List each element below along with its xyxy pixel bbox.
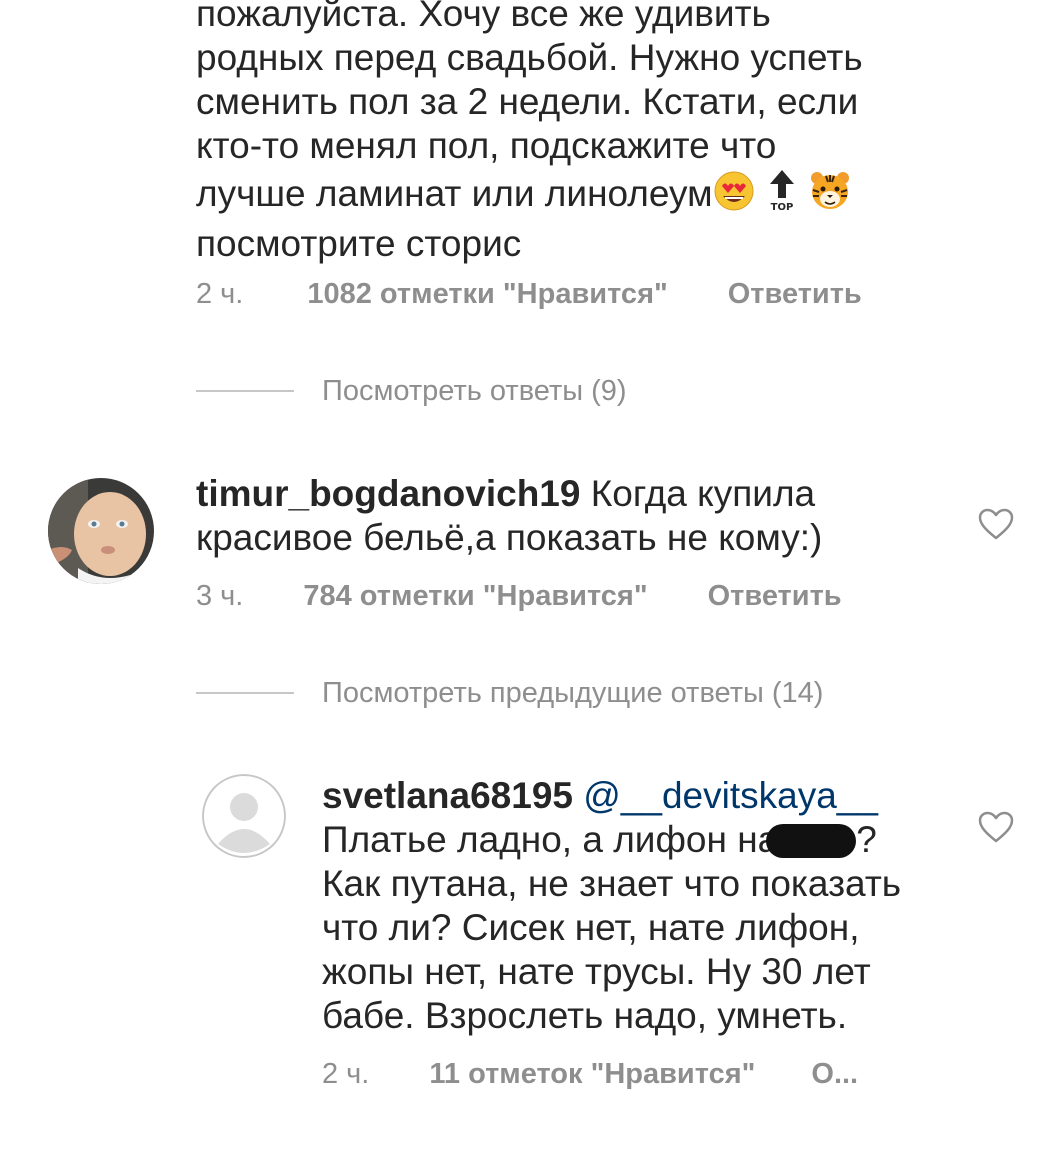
baby-photo-icon <box>48 478 154 584</box>
comment-3-text: svetlana68195 @__devitskaya__ Платье лад… <box>322 774 1002 1038</box>
avatar-svetlana[interactable] <box>202 774 286 858</box>
comment-1-body: пожалуйста. Хочу все же удивить родных п… <box>196 0 863 214</box>
comment-1: пожалуйста. Хочу все же удивить родных п… <box>196 0 1016 266</box>
view-replies-1-button[interactable]: Посмотреть ответы (9) <box>196 371 627 411</box>
tiger-face-emoji-icon <box>809 170 851 222</box>
comment-3-mention-link[interactable]: @__devitskaya__ <box>573 775 878 816</box>
divider-line <box>196 692 294 694</box>
heart-eyes-emoji-icon <box>713 170 755 222</box>
divider-line <box>196 390 294 392</box>
comment-3-meta: 2 ч. 11 отметок "Нравится" О... <box>322 1054 858 1094</box>
comment-2-reply-button[interactable]: Ответить <box>708 580 842 613</box>
comment-1-body-end: посмотрите сторис <box>196 223 522 264</box>
top-arrow-emoji-icon: TOP <box>765 168 799 222</box>
comment-3-likes-link[interactable]: 11 отметок "Нравится" <box>429 1058 755 1091</box>
comment-1-text: пожалуйста. Хочу все же удивить родных п… <box>196 0 1016 266</box>
comment-3-body-line1: Платье ладно, а лифон на <box>322 819 779 860</box>
comment-3-reply-button[interactable]: О... <box>811 1058 858 1091</box>
comment-3-body-rest: Как путана, не знает что показать что ли… <box>322 863 902 1036</box>
default-avatar-icon <box>202 774 286 858</box>
comment-2-likes-link[interactable]: 784 отметки "Нравится" <box>303 580 647 613</box>
view-replies-1-label: Посмотреть ответы (9) <box>322 374 627 407</box>
comment-1-likes-link[interactable]: 1082 отметки "Нравится" <box>307 278 667 311</box>
comment-3-time: 2 ч. <box>322 1057 370 1090</box>
comment-3-like-heart-icon[interactable] <box>978 811 1014 848</box>
comment-1-meta: 2 ч. 1082 отметки "Нравится" Ответить <box>196 274 862 314</box>
comment-2-text: timur_bogdanovich19 Когда купила красиво… <box>196 472 956 560</box>
comment-2-time: 3 ч. <box>196 579 244 612</box>
comment-2-username[interactable]: timur_bogdanovich19 <box>196 473 580 514</box>
comment-1-reply-button[interactable]: Ответить <box>728 278 862 311</box>
view-replies-2-label: Посмотреть предыдущие ответы (14) <box>322 676 824 709</box>
comment-3-username[interactable]: svetlana68195 <box>322 775 573 816</box>
top-label: TOP <box>771 202 794 212</box>
view-replies-2-button[interactable]: Посмотреть предыдущие ответы (14) <box>196 673 823 713</box>
avatar-timur[interactable] <box>48 478 154 584</box>
comment-2-meta: 3 ч. 784 отметки "Нравится" Ответить <box>196 576 842 616</box>
redaction-mark <box>766 824 857 858</box>
comment-1-time: 2 ч. <box>196 277 244 310</box>
comment-3-body-line1-end: ? <box>856 819 877 860</box>
comment-2-like-heart-icon[interactable] <box>978 508 1014 545</box>
